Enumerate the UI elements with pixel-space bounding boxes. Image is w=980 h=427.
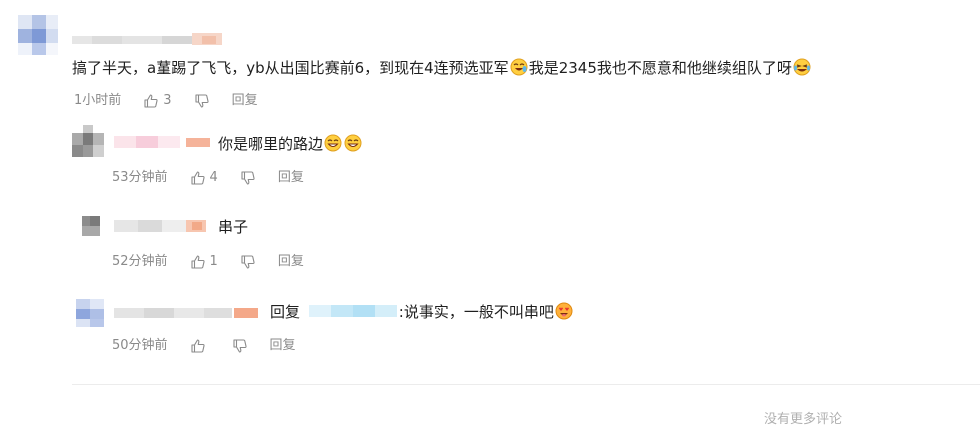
reply-username-redacted[interactable]: [114, 218, 206, 234]
reply-button[interactable]: 回复: [278, 169, 304, 187]
reply-text-content: 串子: [218, 218, 249, 236]
like-button[interactable]: 4: [190, 169, 218, 187]
reply-text: 你是哪里的路边: [218, 134, 363, 154]
mentioned-user-redacted[interactable]: [308, 303, 397, 319]
comment-text-main: 搞了半天，a蓳踢了飞飞，yb从出国比赛前6，到现在4连预选亚军: [72, 59, 509, 77]
thumbs-down-icon: [240, 254, 256, 270]
laughing-tears-emoji-icon: [793, 58, 811, 76]
comment-meta: 1小时前 3 回复: [74, 92, 258, 110]
reply-prefix: 回复: [270, 303, 301, 321]
reply-time: 50分钟前: [112, 338, 168, 353]
reply-button[interactable]: 回复: [270, 337, 296, 355]
reply-text-content: 你是哪里的路边: [218, 135, 324, 153]
comment-avatar[interactable]: [18, 15, 58, 55]
like-count: 4: [209, 170, 218, 185]
reply-username-redacted[interactable]: [114, 305, 258, 319]
reply-meta: 53分钟前 4 回复: [112, 169, 304, 187]
like-button[interactable]: 1: [190, 253, 218, 271]
comment-time: 1小时前: [74, 93, 122, 108]
comment-text: 搞了半天，a蓳踢了飞飞，yb从出国比赛前6，到现在4连预选亚军 我是2345我也不…: [72, 58, 812, 78]
like-button[interactable]: 3: [143, 92, 172, 110]
reply-username-redacted[interactable]: [114, 134, 210, 150]
reply-button[interactable]: 回复: [278, 253, 304, 271]
thumbs-down-icon: [194, 93, 210, 109]
dislike-button[interactable]: [194, 93, 210, 109]
heart-eyes-emoji-icon: [555, 302, 573, 320]
reply-avatar[interactable]: [72, 125, 104, 157]
dislike-button[interactable]: [232, 338, 248, 354]
thumbs-down-icon: [232, 338, 248, 354]
thumbs-down-icon: [240, 170, 256, 186]
thumbs-up-icon: [143, 93, 159, 109]
crying-laugh-emoji-icon: [510, 58, 528, 76]
reply-text-content: :说事实，一般不叫串吧: [398, 303, 554, 321]
reply-text: 回复 :说事实，一般不叫串吧: [270, 302, 574, 322]
grinning-emoji-icon: [344, 134, 362, 152]
thumbs-up-icon: [190, 338, 206, 354]
thumbs-up-icon: [190, 254, 206, 270]
like-count: 3: [163, 93, 172, 108]
reply-meta: 52分钟前 1 回复: [112, 253, 304, 271]
comment-username-redacted[interactable]: [72, 30, 222, 45]
reply-time: 53分钟前: [112, 170, 168, 185]
reply-avatar[interactable]: [76, 297, 104, 329]
reply-avatar[interactable]: [76, 212, 104, 240]
reply-meta: 50分钟前 回复: [112, 337, 296, 355]
reply-text: 串子: [218, 217, 248, 237]
dislike-button[interactable]: [240, 170, 256, 186]
no-more-comments-text: 没有更多评论: [764, 412, 843, 427]
comment-text-tail: 我是2345我也不愿意和他继续组队了呀: [528, 59, 792, 77]
reply-time: 52分钟前: [112, 254, 168, 269]
like-button[interactable]: [190, 338, 210, 354]
dislike-button[interactable]: [240, 254, 256, 270]
reply-button[interactable]: 回复: [232, 92, 258, 110]
like-count: 1: [209, 254, 218, 269]
thumbs-up-icon: [190, 170, 206, 186]
divider: [72, 384, 980, 385]
grinning-emoji-icon: [324, 134, 342, 152]
